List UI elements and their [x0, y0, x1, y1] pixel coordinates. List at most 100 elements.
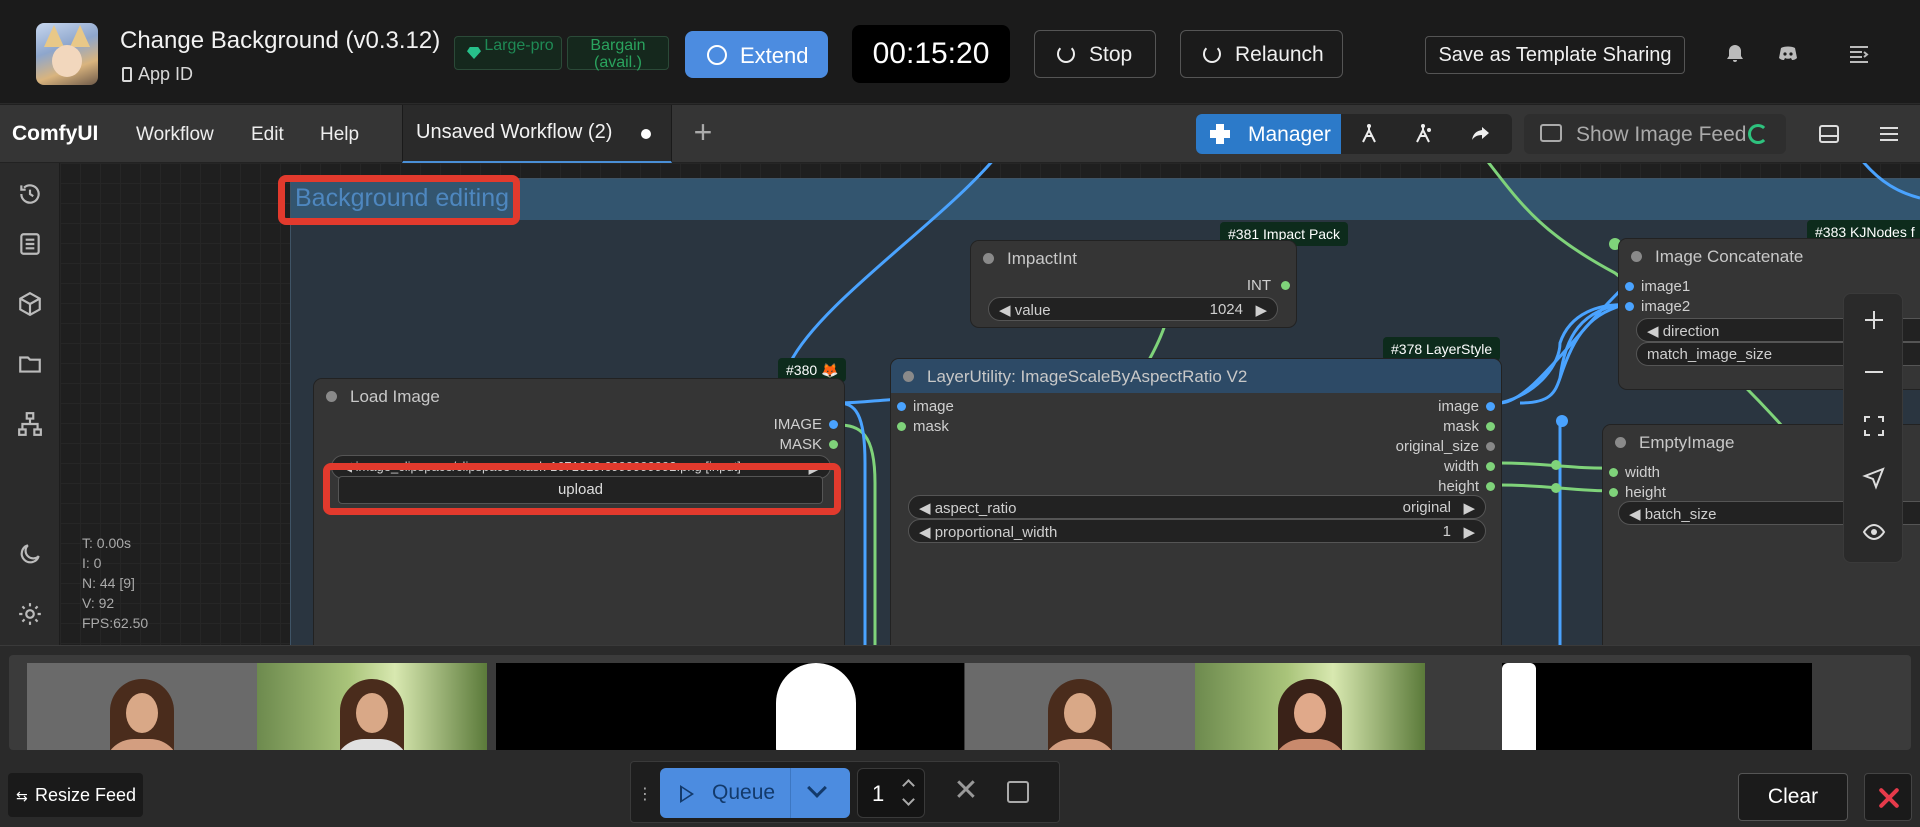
menu-help[interactable]: Help — [320, 124, 359, 146]
node-badge-layerstyle: #378 LayerStyle — [1383, 337, 1501, 361]
cancel-queue-icon[interactable]: ✕ — [953, 776, 979, 806]
unsaved-dot-icon[interactable] — [641, 129, 651, 139]
relaunch-button[interactable]: Relaunch — [1180, 30, 1343, 78]
node-title-bar[interactable]: Image Concatenate — [1619, 239, 1920, 273]
node-graph-canvas[interactable]: Background editing #381 Impact Pack Impa… — [60, 163, 1920, 645]
feed-thumbnail-mask[interactable] — [1502, 663, 1812, 750]
history-icon[interactable] — [17, 181, 43, 207]
proportional-width-widget[interactable]: ◀ proportional_width 1 ▶ — [908, 519, 1486, 543]
render-stats: T: 0.00s I: 0 N: 44 [9] V: 92 FPS:62.50 — [82, 535, 149, 631]
discord-icon[interactable] — [1776, 42, 1800, 66]
output-image-socket[interactable] — [829, 420, 838, 429]
clock-icon — [707, 45, 727, 65]
manager-button[interactable]: Manager — [1196, 114, 1341, 154]
feed-thumbnail[interactable] — [1195, 663, 1425, 750]
input-image-socket[interactable] — [897, 402, 906, 411]
app-id-link[interactable]: App ID — [122, 64, 193, 85]
input-height-socket[interactable] — [1609, 488, 1618, 497]
tab-label: Unsaved Workflow (2) — [416, 121, 613, 143]
output-int-socket[interactable] — [1281, 281, 1290, 290]
queue-list-icon[interactable] — [17, 231, 43, 257]
link-image1 — [1519, 301, 1631, 405]
collapse-dot-icon[interactable] — [1615, 437, 1626, 448]
output-int-label: INT — [1246, 277, 1271, 294]
feed-thumbnail[interactable] — [27, 663, 257, 750]
feed-thumbnail[interactable] — [257, 663, 487, 750]
close-feed-icon[interactable] — [1864, 773, 1912, 821]
queue-panel: ⋮ Queue 1 ✕ — [630, 761, 1060, 823]
increment-arrow-icon[interactable]: ▶ — [1255, 301, 1267, 319]
node-tree-icon[interactable] — [1357, 122, 1381, 146]
collapse-dot-icon[interactable] — [903, 371, 914, 382]
node-share-icon[interactable] — [1411, 122, 1435, 146]
menu-edit[interactable]: Edit — [251, 124, 284, 146]
value-widget[interactable]: ◀ value 1024 ▶ — [988, 297, 1278, 321]
toggle-links-eye-icon[interactable] — [1862, 520, 1886, 544]
clear-feed-button[interactable]: Clear — [1738, 773, 1848, 821]
feed-thumbnail-mask[interactable] — [496, 663, 964, 750]
node-library-icon[interactable] — [17, 411, 43, 437]
hamburger-menu-icon[interactable] — [1877, 122, 1901, 146]
resize-feed-button[interactable]: ⇆ Resize Feed — [8, 773, 143, 817]
increment-icon[interactable] — [902, 779, 915, 792]
new-tab-plus-icon[interactable]: + — [688, 116, 718, 148]
stop-button[interactable]: Stop — [1034, 30, 1156, 78]
node-title-bar[interactable]: ImpactInt — [971, 241, 1296, 275]
queue-count-stepper[interactable]: 1 — [857, 768, 925, 818]
output-height-socket[interactable] — [1486, 482, 1495, 491]
plan-tag-large-pro: Large-pro — [454, 36, 562, 70]
reroute-dot-blue[interactable] — [1556, 415, 1568, 427]
feed-status-icon — [1748, 124, 1768, 144]
theme-moon-icon[interactable] — [17, 541, 43, 567]
drag-handle-icon[interactable]: ⋮ — [637, 784, 653, 804]
bell-icon[interactable] — [1723, 42, 1747, 66]
bottom-action-bar: ⇆ Resize Feed ⋮ Queue 1 ✕ Clear — [0, 755, 1920, 827]
node-title-bar[interactable]: Load Image — [314, 379, 844, 413]
session-timer: 00:15:20 — [852, 25, 1010, 83]
save-as-template-button[interactable]: Save as Template Sharing — [1425, 36, 1685, 74]
comfyui-menu-bar: ComfyUI Workflow Edit Help Unsaved Workf… — [0, 105, 1920, 163]
collapse-dot-icon[interactable] — [983, 253, 994, 264]
power-icon — [1057, 45, 1075, 63]
highlight-upload-button — [323, 463, 841, 515]
aspect-ratio-widget[interactable]: ◀ aspect_ratio original ▶ — [908, 495, 1486, 519]
plan-tag-bargain: Bargain (avail.) — [567, 36, 669, 71]
menu-workflow[interactable]: Workflow — [136, 124, 214, 146]
show-image-feed-button[interactable]: Show Image Feed — [1524, 114, 1786, 154]
decrement-icon[interactable] — [902, 793, 915, 806]
input-image2-socket[interactable] — [1625, 302, 1634, 311]
collapse-dot-icon[interactable] — [1631, 251, 1642, 262]
queue-button[interactable]: Queue — [660, 768, 850, 818]
node-title-bar[interactable]: LayerUtility: ImageScaleByAspectRatio V2 — [891, 359, 1501, 393]
zoom-in-icon[interactable] — [1862, 308, 1886, 332]
bottom-panel-toggle-icon[interactable] — [1817, 122, 1841, 146]
select-mode-icon[interactable] — [1862, 466, 1886, 490]
input-image2-label: image2 — [1641, 298, 1691, 315]
share-arrow-icon[interactable] — [1468, 122, 1492, 146]
node-layer-utility[interactable]: LayerUtility: ImageScaleByAspectRatio V2… — [891, 359, 1501, 645]
input-image1-socket[interactable] — [1625, 282, 1634, 291]
extend-button[interactable]: Extend — [685, 31, 828, 78]
menu-collapse-icon[interactable] — [1847, 42, 1871, 66]
tab-unsaved-workflow[interactable]: Unsaved Workflow (2) — [402, 105, 672, 163]
output-original-size-socket[interactable] — [1486, 442, 1495, 451]
output-mask-socket[interactable] — [1486, 422, 1495, 431]
output-width-socket[interactable] — [1486, 462, 1495, 471]
stop-square-icon[interactable] — [1007, 781, 1029, 803]
folder-icon[interactable] — [17, 351, 43, 377]
input-mask-socket[interactable] — [897, 422, 906, 431]
node-impactint[interactable]: ImpactInt INT ◀ value 1024 ▶ — [971, 241, 1296, 327]
collapse-dot-icon[interactable] — [326, 391, 337, 402]
output-image-socket[interactable] — [1486, 402, 1495, 411]
canvas-zoom-controls — [1843, 293, 1903, 563]
input-width-socket[interactable] — [1609, 468, 1618, 477]
queue-options-chevron-icon[interactable] — [807, 778, 827, 798]
zoom-out-icon[interactable] — [1862, 360, 1886, 384]
model-cube-icon[interactable] — [17, 291, 43, 317]
settings-gear-icon[interactable] — [17, 601, 43, 627]
feed-thumbnail[interactable] — [965, 663, 1195, 750]
fit-view-icon[interactable] — [1862, 414, 1886, 438]
output-mask-socket[interactable] — [829, 440, 838, 449]
input-image-label: image — [913, 398, 954, 415]
refresh-icon — [1203, 45, 1221, 63]
